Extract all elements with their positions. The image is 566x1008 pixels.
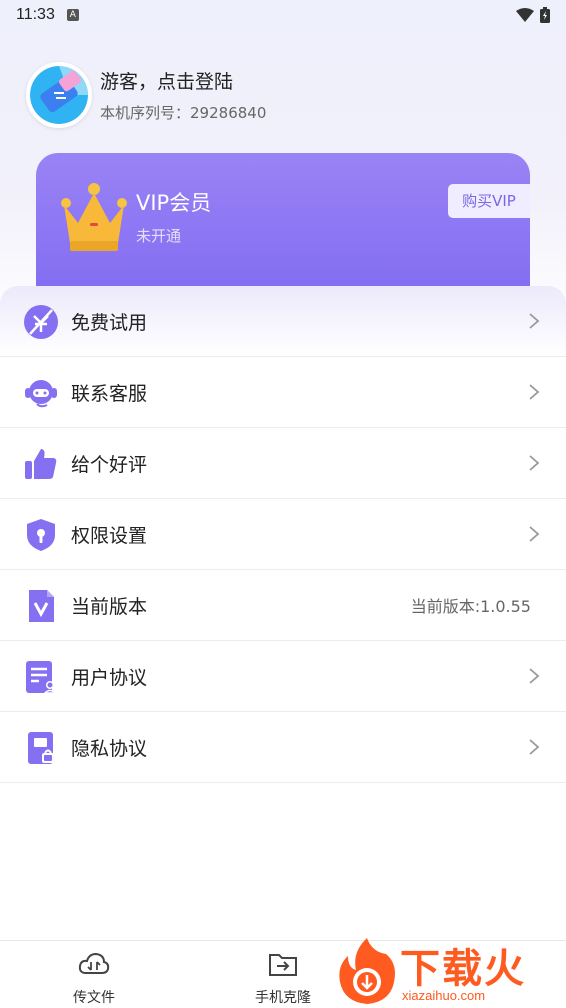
menu-label: 给个好评 xyxy=(71,453,148,476)
watermark-brand: 下载火 xyxy=(400,946,526,992)
chevron-right-icon xyxy=(529,739,540,755)
menu-label: 隐私协议 xyxy=(71,737,148,760)
menu-label: 免费试用 xyxy=(71,311,148,334)
tab-label: 传文件 xyxy=(73,990,115,1006)
menu-item-privacy-agreement[interactable]: 隐私协议 xyxy=(0,712,566,783)
shield-icon xyxy=(27,519,55,551)
menu-label: 联系客服 xyxy=(71,382,148,405)
vip-title: VIP会员 xyxy=(136,191,212,215)
thumbs-up-icon xyxy=(25,449,57,479)
menu-label: 权限设置 xyxy=(71,524,148,547)
privacy-agreement-icon xyxy=(28,732,54,764)
menu-item-customer-service[interactable]: 联系客服 xyxy=(0,357,566,428)
status-bar: 11:33 A xyxy=(0,0,566,30)
customer-service-icon xyxy=(25,380,57,408)
menu-item-version: 当前版本 当前版本:1.0.55 xyxy=(0,570,566,641)
menu-item-user-agreement[interactable]: 用户协议 xyxy=(0,641,566,712)
flame-logo-icon xyxy=(339,938,395,1004)
chevron-right-icon xyxy=(529,668,540,684)
status-time: 11:33 xyxy=(16,6,55,23)
avatar[interactable] xyxy=(26,62,92,128)
version-value: 当前版本:1.0.55 xyxy=(410,597,531,616)
wifi-icon xyxy=(516,8,534,22)
menu-item-rate-app[interactable]: 给个好评 xyxy=(0,428,566,499)
free-trial-icon xyxy=(24,305,58,339)
buy-vip-button[interactable]: 购买VIP xyxy=(448,184,530,218)
tab-transfer-files[interactable]: 传文件 xyxy=(54,951,134,1007)
folder-clone-icon xyxy=(269,954,297,976)
serial-line: 本机序列号：29286840 xyxy=(100,102,266,123)
settings-menu: 免费试用 联系客服 给个好评 权限设置 当前版本 当前版本:1.0.55 用户协… xyxy=(0,286,566,783)
menu-item-free-trial[interactable]: 免费试用 xyxy=(0,286,566,357)
serial-number: 29286840 xyxy=(190,104,267,122)
app-logo-icon xyxy=(30,66,88,124)
chevron-right-icon xyxy=(529,455,540,471)
watermark-domain: xiazaihuo.com xyxy=(402,988,486,1003)
notification-icon: A xyxy=(66,9,79,21)
crown-icon xyxy=(61,183,127,251)
profile-header[interactable]: 游客，点击登陆 本机序列号：29286840 xyxy=(26,62,266,128)
login-prompt[interactable]: 游客，点击登陆 xyxy=(100,67,266,94)
chevron-right-icon xyxy=(529,526,540,542)
chevron-right-icon xyxy=(529,384,540,400)
menu-label: 用户协议 xyxy=(71,666,148,689)
menu-label: 当前版本 xyxy=(71,595,148,618)
tab-label: 手机克隆 xyxy=(255,990,311,1006)
version-icon xyxy=(29,590,54,622)
menu-item-permissions[interactable]: 权限设置 xyxy=(0,499,566,570)
vip-status: 未开通 xyxy=(136,227,182,245)
watermark: 下载火 xiazaihuo.com xyxy=(334,934,566,1008)
battery-icon xyxy=(540,7,550,23)
chevron-right-icon xyxy=(529,313,540,329)
user-agreement-icon xyxy=(26,661,57,694)
cloud-transfer-icon xyxy=(78,952,110,974)
tab-phone-clone[interactable]: 手机克隆 xyxy=(243,951,323,1007)
serial-label: 本机序列号： xyxy=(100,104,191,122)
